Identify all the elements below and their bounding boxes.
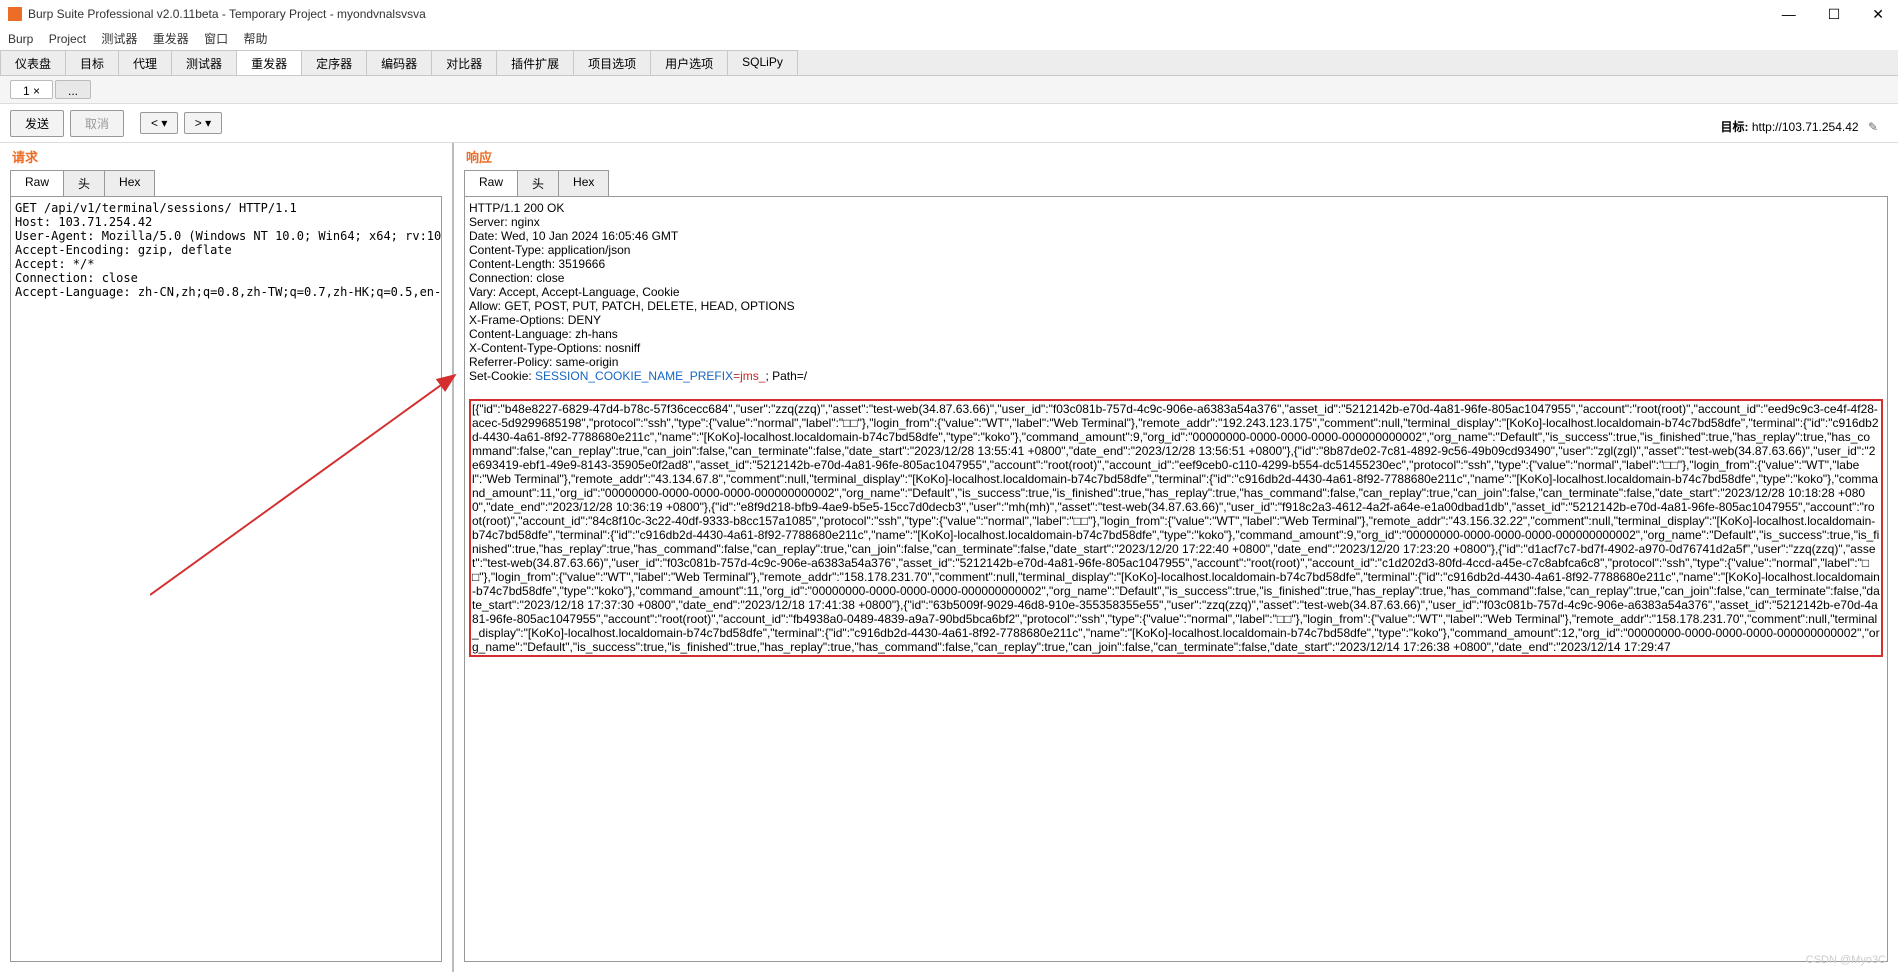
title-bar: Burp Suite Professional v2.0.11beta - Te… xyxy=(0,0,1898,28)
menu-help[interactable]: 帮助 xyxy=(243,32,267,46)
request-title: 请求 xyxy=(0,143,452,170)
tab-comparer[interactable]: 对比器 xyxy=(431,50,497,75)
tab-proxy[interactable]: 代理 xyxy=(118,50,172,75)
tab-project-options[interactable]: 项目选项 xyxy=(573,50,651,75)
response-tab-raw[interactable]: Raw xyxy=(464,170,518,196)
menu-tester[interactable]: 测试器 xyxy=(101,32,137,46)
edit-target-icon[interactable]: ✎ xyxy=(1868,120,1878,134)
response-body[interactable]: HTTP/1.1 200 OK Server: nginx Date: Wed,… xyxy=(464,196,1888,962)
send-button[interactable]: 发送 xyxy=(10,110,64,137)
request-tab-raw[interactable]: Raw xyxy=(10,170,64,196)
menu-burp[interactable]: Burp xyxy=(8,32,33,46)
tab-user-options[interactable]: 用户选项 xyxy=(650,50,728,75)
target-label: 目标: xyxy=(1720,120,1751,134)
tab-target[interactable]: 目标 xyxy=(65,50,119,75)
menu-window[interactable]: 窗口 xyxy=(204,32,228,46)
response-view-tabs: Raw 头 Hex xyxy=(454,170,1898,196)
tab-sequencer[interactable]: 定序器 xyxy=(301,50,367,75)
minimize-button[interactable]: — xyxy=(1776,6,1802,22)
sub-tab-1[interactable]: 1 × xyxy=(10,80,53,99)
repeater-sub-tabs: 1 × ... xyxy=(0,76,1898,104)
request-body[interactable]: GET /api/v1/terminal/sessions/ HTTP/1.1 … xyxy=(10,196,442,962)
tab-extender[interactable]: 插件扩展 xyxy=(496,50,574,75)
response-pane: 响应 Raw 头 Hex HTTP/1.1 200 OK Server: ngi… xyxy=(454,143,1898,972)
response-tab-hex[interactable]: Hex xyxy=(558,170,609,196)
cancel-button[interactable]: 取消 xyxy=(70,110,124,137)
request-tab-hex[interactable]: Hex xyxy=(104,170,155,196)
target-indicator: 目标: http://103.71.254.42 ✎ xyxy=(1720,118,1878,135)
tab-repeater[interactable]: 重发器 xyxy=(236,50,302,75)
window-title: Burp Suite Professional v2.0.11beta - Te… xyxy=(28,7,1756,21)
response-tab-headers[interactable]: 头 xyxy=(517,170,559,196)
target-value: http://103.71.254.42 xyxy=(1752,120,1859,134)
maximize-button[interactable]: ☐ xyxy=(1822,6,1847,23)
tab-decoder[interactable]: 编码器 xyxy=(366,50,432,75)
response-title: 响应 xyxy=(454,143,1898,170)
close-button[interactable]: ✕ xyxy=(1866,6,1890,23)
request-pane: 请求 Raw 头 Hex GET /api/v1/terminal/sessio… xyxy=(0,143,454,972)
split-container: 请求 Raw 头 Hex GET /api/v1/terminal/sessio… xyxy=(0,142,1898,972)
sub-tab-new[interactable]: ... xyxy=(55,80,91,99)
tab-sqlipy[interactable]: SQLiPy xyxy=(727,50,798,75)
watermark: CSDN @Myo3C xyxy=(1806,954,1886,966)
history-back-button[interactable]: < ▾ xyxy=(140,112,178,134)
app-icon xyxy=(8,7,22,21)
history-fwd-button[interactable]: > ▾ xyxy=(184,112,222,134)
tab-intruder[interactable]: 测试器 xyxy=(171,50,237,75)
menu-repeater[interactable]: 重发器 xyxy=(153,32,189,46)
menu-project[interactable]: Project xyxy=(49,32,86,46)
action-bar: 发送 取消 < ▾ > ▾ xyxy=(0,104,1898,142)
tab-dashboard[interactable]: 仪表盘 xyxy=(0,50,66,75)
request-tab-headers[interactable]: 头 xyxy=(63,170,105,196)
main-tabs: 仪表盘 目标 代理 测试器 重发器 定序器 编码器 对比器 插件扩展 项目选项 … xyxy=(0,50,1898,76)
request-view-tabs: Raw 头 Hex xyxy=(0,170,452,196)
menu-bar: Burp Project 测试器 重发器 窗口 帮助 xyxy=(0,28,1898,50)
